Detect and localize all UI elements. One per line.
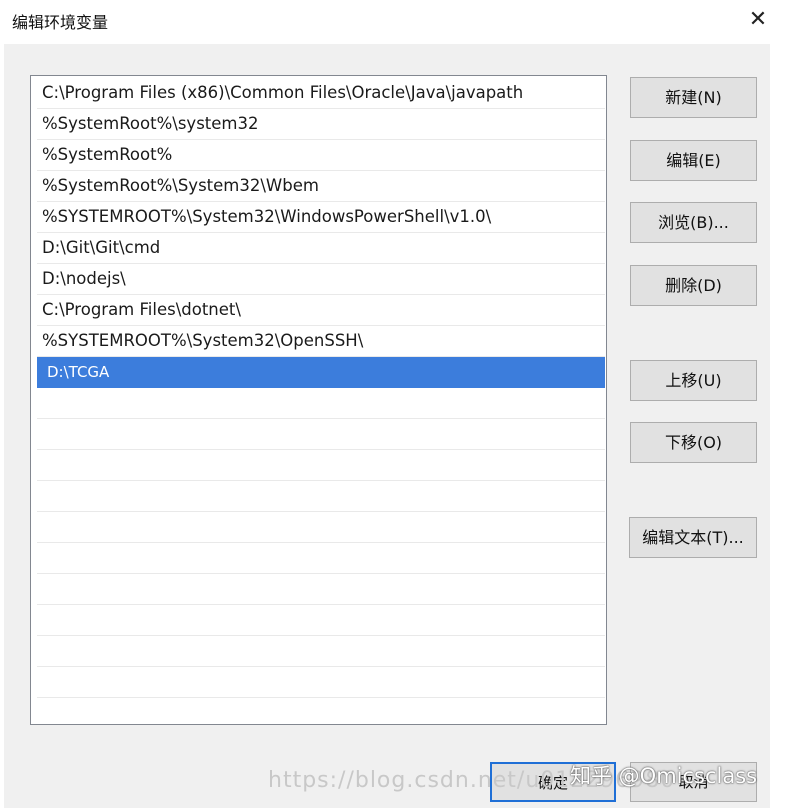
edit-button[interactable]: 编辑(E)	[630, 140, 757, 181]
dialog-title: 编辑环境变量	[12, 13, 109, 32]
empty-row[interactable]	[37, 667, 605, 698]
cancel-button[interactable]: 取消	[630, 762, 757, 802]
list-item[interactable]: C:\Program Files (x86)\Common Files\Orac…	[37, 78, 605, 109]
new-button[interactable]: 新建(N)	[630, 77, 757, 118]
list-item[interactable]: %SystemRoot%	[37, 140, 605, 171]
move-down-button[interactable]: 下移(O)	[630, 422, 757, 463]
close-icon[interactable]: ✕	[736, 0, 780, 40]
delete-button[interactable]: 删除(D)	[630, 265, 757, 306]
empty-row[interactable]	[37, 605, 605, 636]
empty-row[interactable]	[37, 636, 605, 667]
list-item[interactable]: D:\Git\Git\cmd	[37, 233, 605, 264]
list-item[interactable]: %SystemRoot%\system32	[37, 109, 605, 140]
list-item[interactable]: D:\nodejs\	[37, 264, 605, 295]
ok-button[interactable]: 确定	[490, 762, 616, 802]
list-item[interactable]: %SYSTEMROOT%\System32\WindowsPowerShell\…	[37, 202, 605, 233]
empty-row[interactable]	[37, 543, 605, 574]
list-item[interactable]: %SYSTEMROOT%\System32\OpenSSH\	[37, 326, 605, 357]
list-item[interactable]: %SystemRoot%\System32\Wbem	[37, 171, 605, 202]
list-item-selected[interactable]: D:\TCGA	[37, 357, 605, 388]
title-bar: 编辑环境变量 ✕	[0, 0, 786, 44]
empty-row[interactable]	[37, 481, 605, 512]
list-item[interactable]: C:\Program Files\dotnet\	[37, 295, 605, 326]
empty-row[interactable]	[37, 574, 605, 605]
empty-row[interactable]	[37, 419, 605, 450]
empty-row[interactable]	[37, 388, 605, 419]
empty-row[interactable]	[37, 698, 605, 724]
empty-row[interactable]	[37, 450, 605, 481]
path-list[interactable]: C:\Program Files (x86)\Common Files\Orac…	[30, 75, 607, 725]
empty-row[interactable]	[37, 512, 605, 543]
browse-button[interactable]: 浏览(B)...	[630, 202, 757, 243]
edit-text-button[interactable]: 编辑文本(T)...	[629, 517, 757, 558]
move-up-button[interactable]: 上移(U)	[630, 360, 757, 401]
